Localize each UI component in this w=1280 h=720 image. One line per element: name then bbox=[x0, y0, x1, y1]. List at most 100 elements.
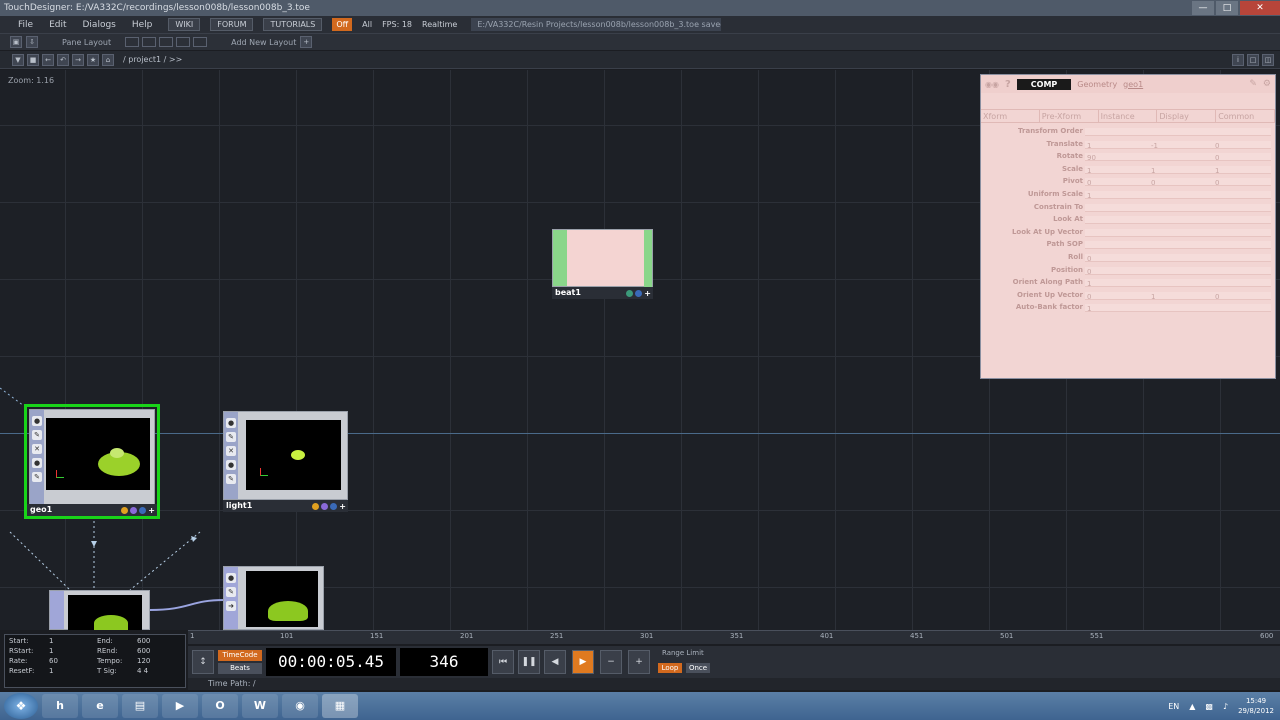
param-field[interactable]: 0 bbox=[1085, 253, 1271, 263]
resetf-value[interactable]: 1 bbox=[49, 667, 53, 675]
param-field[interactable] bbox=[1085, 203, 1271, 212]
node-name[interactable]: geo1 + bbox=[27, 504, 157, 516]
wiki-button[interactable]: WIKI bbox=[168, 18, 201, 31]
layout-preset-icon[interactable] bbox=[193, 37, 208, 47]
pencil-icon[interactable]: ✎ bbox=[226, 432, 236, 442]
layout-split-icon[interactable]: ⇩ bbox=[26, 36, 38, 48]
param-field[interactable]: 0 1 0 bbox=[1085, 291, 1271, 301]
param-field[interactable] bbox=[1085, 216, 1271, 225]
param-field[interactable] bbox=[1085, 128, 1271, 136]
tsig-value[interactable]: 4 4 bbox=[137, 667, 148, 675]
layout-preset-icon[interactable] bbox=[125, 37, 140, 47]
beat1-node[interactable]: beat1 + bbox=[552, 229, 653, 299]
timeline-menu-icon[interactable]: ↕ bbox=[192, 650, 214, 674]
render-top-node[interactable] bbox=[49, 590, 150, 630]
back-icon[interactable]: ← bbox=[42, 53, 54, 66]
pick-icon[interactable]: ✎ bbox=[226, 474, 236, 484]
close-icon[interactable]: ✕ bbox=[1240, 1, 1280, 15]
param-field[interactable]: 1 bbox=[1085, 304, 1271, 313]
plus-icon[interactable]: + bbox=[644, 290, 651, 298]
play-reverse-icon[interactable]: ◀ bbox=[544, 650, 566, 674]
loop-button[interactable]: Loop bbox=[658, 663, 682, 673]
param-field[interactable]: 1 bbox=[1085, 190, 1271, 200]
circle-icon[interactable]: ● bbox=[226, 418, 236, 428]
flag-dot[interactable] bbox=[121, 507, 129, 514]
minimize-icon[interactable]: — bbox=[1192, 1, 1214, 15]
menu-icon[interactable]: ▼ bbox=[12, 53, 24, 66]
tab-pre-xform[interactable]: Pre-Xform bbox=[1040, 110, 1099, 122]
stop-icon[interactable]: ■ bbox=[27, 53, 39, 66]
timecode-mode-button[interactable]: TimeCode bbox=[218, 650, 262, 661]
maximize-icon[interactable]: □ bbox=[1216, 1, 1238, 15]
end-value[interactable]: 600 bbox=[137, 637, 150, 645]
pause-icon[interactable]: ❚❚ bbox=[518, 650, 540, 674]
param-field[interactable]: 1 bbox=[1085, 279, 1271, 288]
language-indicator[interactable]: EN bbox=[1168, 702, 1179, 711]
home-icon[interactable]: ⌂ bbox=[102, 53, 114, 66]
out-top-node[interactable]: ● ✎ ➜ bbox=[223, 566, 324, 630]
render-icon[interactable]: ● bbox=[226, 460, 236, 470]
flag-dot[interactable] bbox=[635, 290, 643, 297]
pane-maximize-icon[interactable]: □ bbox=[1247, 54, 1259, 66]
step-forward-icon[interactable]: + bbox=[628, 650, 650, 674]
rate-value[interactable]: 60 bbox=[49, 657, 58, 665]
node-name[interactable]: beat1 + bbox=[552, 287, 653, 299]
step-back-icon[interactable]: − bbox=[600, 650, 622, 674]
pencil-icon[interactable]: ✎ bbox=[32, 430, 42, 440]
help-icon[interactable]: ? bbox=[1005, 79, 1011, 90]
media-player-icon[interactable]: ▶ bbox=[162, 694, 198, 718]
comment-icon[interactable]: ✎ bbox=[1249, 79, 1257, 89]
beats-mode-button[interactable]: Beats bbox=[218, 663, 262, 674]
pane-layout-label[interactable]: Pane Layout bbox=[62, 38, 111, 47]
rstart-value[interactable]: 1 bbox=[49, 647, 53, 655]
tempo-value[interactable]: 120 bbox=[137, 657, 150, 665]
param-field[interactable]: 1 1 1 bbox=[1085, 165, 1271, 175]
word-icon[interactable]: W bbox=[242, 694, 278, 718]
layout-preset-icon[interactable] bbox=[159, 37, 174, 47]
firefox-icon[interactable]: ◉ bbox=[282, 694, 318, 718]
frame-display[interactable]: 346 bbox=[400, 648, 488, 676]
param-field[interactable] bbox=[1085, 241, 1271, 250]
pencil-icon[interactable]: ✎ bbox=[226, 587, 236, 597]
flag-dot[interactable] bbox=[330, 503, 338, 510]
menu-help[interactable]: Help bbox=[126, 20, 159, 30]
flag-dot[interactable] bbox=[321, 503, 329, 510]
pane-split-icon[interactable]: ◫ bbox=[1262, 54, 1274, 66]
start-button-icon[interactable]: ❖ bbox=[4, 693, 38, 719]
flag-dot[interactable] bbox=[130, 507, 138, 514]
arrow-icon[interactable]: ➜ bbox=[226, 601, 236, 611]
flag-dot[interactable] bbox=[139, 507, 147, 514]
settings-icon[interactable]: ⚙ bbox=[1263, 79, 1271, 89]
pick-icon[interactable]: ✎ bbox=[32, 472, 42, 482]
param-field[interactable] bbox=[1085, 228, 1271, 237]
forward-icon[interactable]: → bbox=[72, 53, 84, 66]
undo-icon[interactable]: ↶ bbox=[57, 53, 69, 66]
touchdesigner-task-icon[interactable]: ▦ bbox=[322, 694, 358, 718]
plus-icon[interactable]: + bbox=[148, 507, 155, 515]
rewind-icon[interactable]: ⏮ bbox=[492, 650, 514, 674]
perform-off-button[interactable]: Off bbox=[332, 18, 353, 31]
plus-icon[interactable]: + bbox=[339, 503, 346, 511]
once-button[interactable]: Once bbox=[686, 663, 710, 673]
circle-icon[interactable]: ● bbox=[226, 573, 236, 583]
tray-arrow-icon[interactable]: ▲ bbox=[1189, 702, 1195, 711]
start-value[interactable]: 1 bbox=[49, 637, 53, 645]
volume-icon[interactable]: ♪ bbox=[1223, 702, 1228, 711]
param-field[interactable]: 0 bbox=[1085, 266, 1271, 276]
tab-common[interactable]: Common bbox=[1216, 110, 1275, 122]
forum-button[interactable]: FORUM bbox=[210, 18, 254, 31]
explorer-folder-icon[interactable]: ▤ bbox=[122, 694, 158, 718]
menu-edit[interactable]: Edit bbox=[43, 20, 72, 30]
geo1-node[interactable]: ● ✎ ✕ ● ✎ geo1 + bbox=[24, 404, 160, 519]
rend-value[interactable]: 600 bbox=[137, 647, 150, 655]
tab-xform[interactable]: Xform bbox=[981, 110, 1040, 122]
menu-file[interactable]: File bbox=[12, 20, 39, 30]
timeline-ruler[interactable]: 1 101 151 201 251 301 351 401 451 501 55… bbox=[188, 630, 1280, 644]
options-icon[interactable]: ◉◉ bbox=[985, 80, 999, 89]
x-icon[interactable]: ✕ bbox=[32, 444, 42, 454]
layout-preset-icon[interactable] bbox=[142, 37, 157, 47]
flag-dot[interactable] bbox=[626, 290, 634, 297]
realtime-toggle[interactable]: Realtime bbox=[422, 20, 457, 29]
help-app-icon[interactable]: h bbox=[42, 694, 78, 718]
param-field[interactable]: 0 0 0 bbox=[1085, 178, 1271, 187]
